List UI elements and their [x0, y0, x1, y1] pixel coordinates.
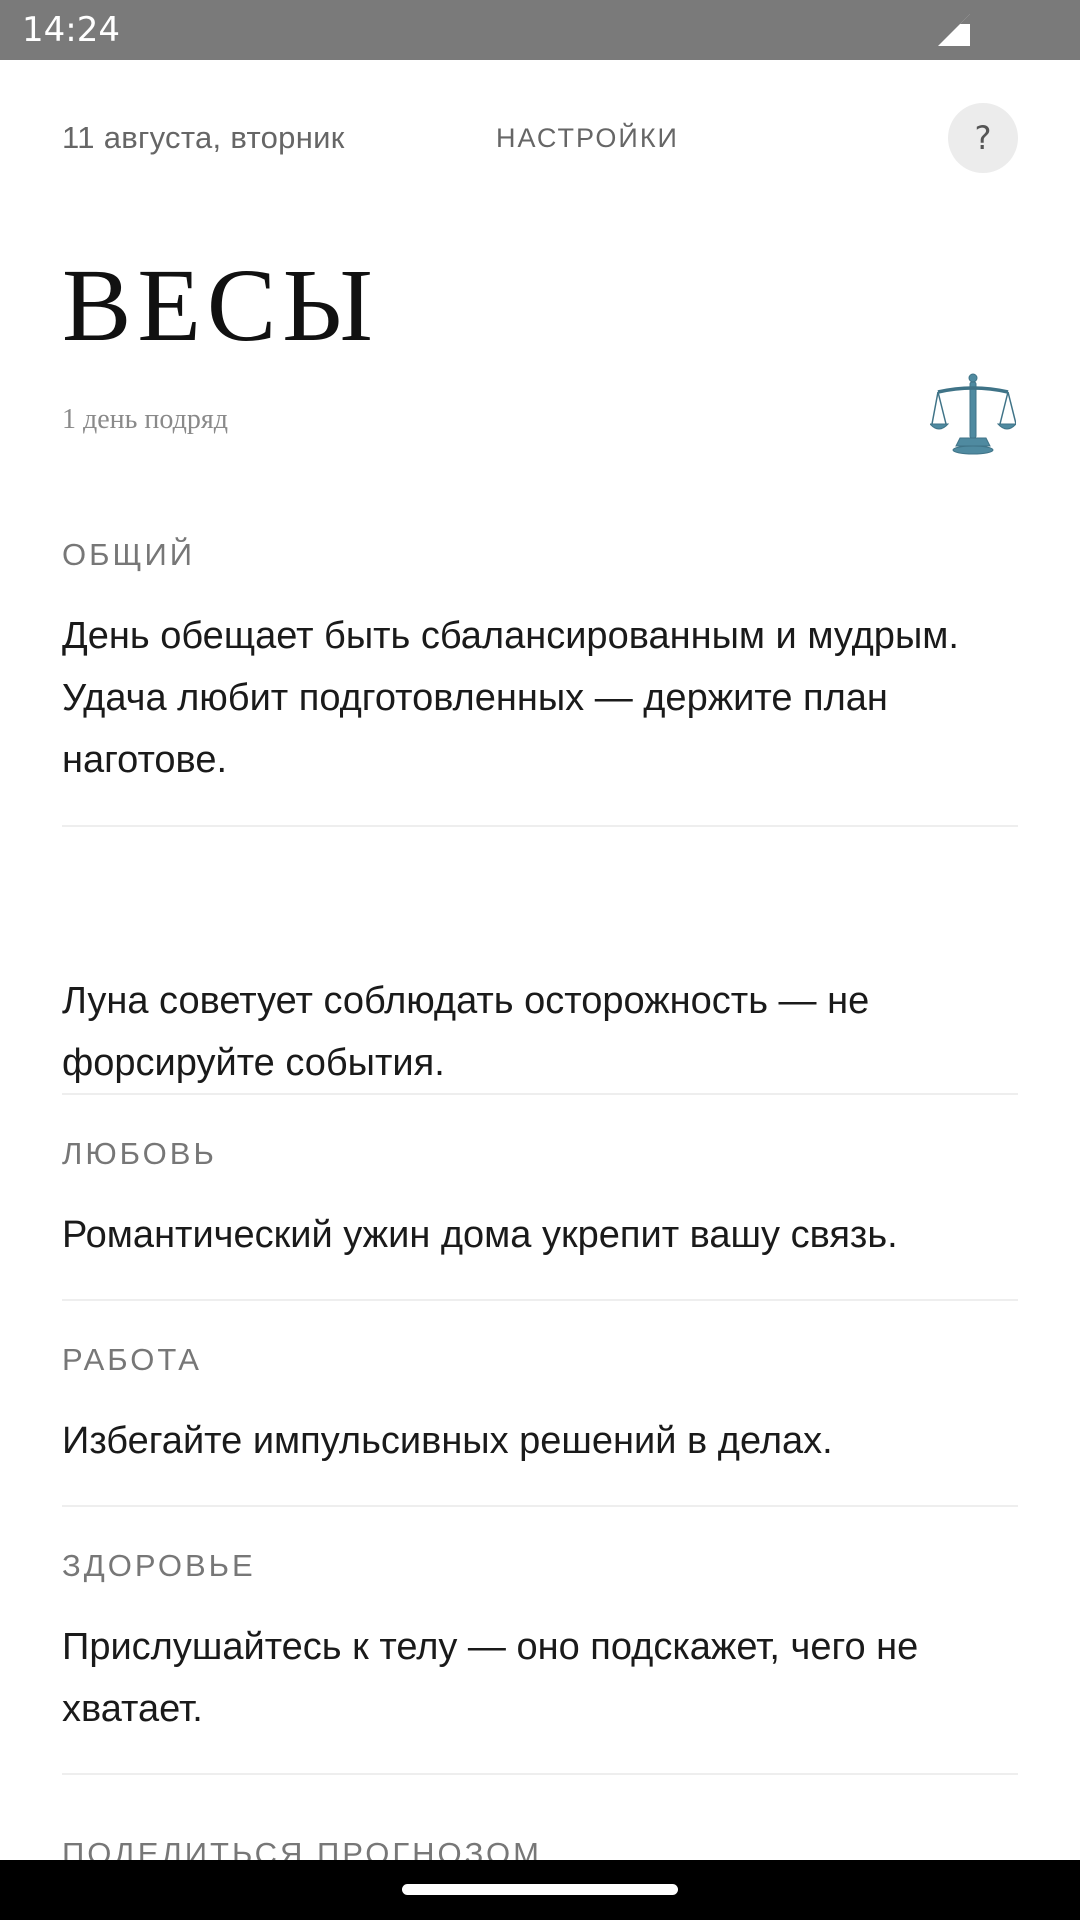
section-text-love: Романтический ужин дома укрепит вашу свя…: [62, 1214, 898, 1256]
question-mark-icon: ?: [974, 119, 992, 157]
streak-counter: 1 день подряд: [62, 404, 228, 435]
current-date: 11 августа, вторник: [62, 120, 345, 155]
work-section: РАБОТА Избегайте импульсивных решений в …: [62, 1340, 1018, 1472]
section-label-general: ОБЩИЙ: [62, 537, 196, 572]
section-text-moon: Луна советует соблюдать осторожность — н…: [62, 980, 870, 1084]
divider: [62, 825, 1018, 827]
cellular-signal-icon: [938, 14, 970, 46]
section-label-health: ЗДОРОВЬЕ: [62, 1548, 256, 1583]
home-indicator[interactable]: [402, 1884, 678, 1895]
libra-scales-icon: [930, 373, 1016, 455]
section-text-work: Избегайте импульсивных решений в делах.: [62, 1420, 833, 1462]
horoscope-screen: 11 августа, вторник НАСТРОЙКИ ? ВЕСЫ 1 д…: [0, 60, 1080, 1860]
section-text-health: Прислушайтесь к телу — оно подскажет, че…: [62, 1626, 919, 1730]
navigation-bar: [0, 1860, 1080, 1920]
help-button[interactable]: ?: [948, 103, 1018, 173]
divider: [62, 1773, 1018, 1775]
divider: [62, 1505, 1018, 1507]
zodiac-sign-title: ВЕСЫ: [62, 248, 379, 363]
general-section: ОБЩИЙ День обещает быть сбалансированным…: [62, 535, 1018, 791]
section-label-love: ЛЮБОВЬ: [62, 1136, 217, 1171]
section-label-work: РАБОТА: [62, 1342, 202, 1377]
health-section: ЗДОРОВЬЕ Прислушайтесь к телу — оно подс…: [62, 1546, 1018, 1740]
moon-section: Луна советует соблюдать осторожность — н…: [62, 970, 1018, 1094]
settings-button[interactable]: НАСТРОЙКИ: [496, 118, 679, 158]
status-bar: 14:24: [0, 0, 1080, 60]
section-text-general: День обещает быть сбалансированным и муд…: [62, 615, 959, 781]
love-section: ЛЮБОВЬ Романтический ужин дома укрепит в…: [62, 1134, 1018, 1266]
divider: [62, 1299, 1018, 1301]
divider: [62, 1093, 1018, 1095]
share-forecast-button[interactable]: ПОДЕЛИТЬСЯ ПРОГНОЗОМ: [62, 1834, 542, 1860]
status-time: 14:24: [22, 10, 120, 50]
